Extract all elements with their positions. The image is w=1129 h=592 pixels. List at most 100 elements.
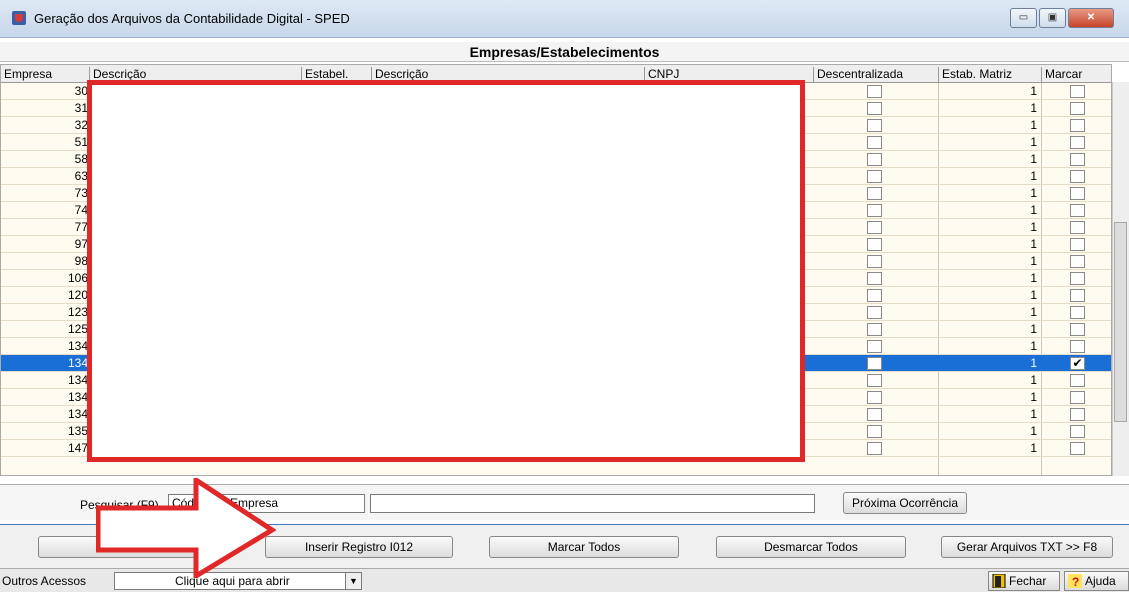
marcar-checkbox[interactable] (1070, 374, 1085, 387)
marcar-checkbox[interactable] (1070, 408, 1085, 421)
col-empresa[interactable]: Empresa (1, 67, 52, 82)
estab-matriz-cell: 1 (1030, 373, 1037, 387)
estab-matriz-cell: 1 (1030, 186, 1037, 200)
col-estab-matriz[interactable]: Estab. Matriz (938, 67, 1012, 82)
estab-matriz-cell: 1 (1030, 135, 1037, 149)
help-icon: ? (1068, 574, 1082, 588)
marcar-checkbox[interactable] (1070, 204, 1085, 217)
svg-text:?: ? (1072, 575, 1079, 588)
descentralizada-checkbox[interactable] (867, 204, 882, 217)
mark-all-button[interactable]: Marcar Todos (489, 536, 679, 558)
descentralizada-checkbox[interactable] (867, 357, 882, 370)
estab-matriz-cell: 1 (1030, 84, 1037, 98)
empresa-cell: 97 (74, 237, 88, 251)
marcar-checkbox[interactable] (1070, 136, 1085, 149)
marcar-checkbox[interactable] (1070, 425, 1085, 438)
marcar-checkbox[interactable] (1070, 272, 1085, 285)
window-title: Geração dos Arquivos da Contabilidade Di… (34, 11, 350, 26)
empresa-cell: 134 (67, 407, 88, 421)
col-marcar[interactable]: Marcar (1041, 67, 1082, 82)
title-bar: Geração dos Arquivos da Contabilidade Di… (0, 0, 1129, 38)
marcar-checkbox[interactable] (1070, 306, 1085, 319)
close-form-button[interactable]: Fechar (988, 571, 1060, 591)
marcar-checkbox[interactable] (1070, 442, 1085, 455)
empresa-cell: 63 (74, 169, 88, 183)
other-access-label: Outros Acessos (2, 574, 87, 588)
estab-matriz-cell: 1 (1030, 220, 1037, 234)
empresa-cell: 106 (67, 271, 88, 285)
marcar-checkbox[interactable] (1070, 289, 1085, 302)
annotation-arrow (96, 478, 276, 578)
estab-matriz-cell: 1 (1030, 322, 1037, 336)
marcar-checkbox[interactable] (1070, 153, 1085, 166)
empresa-cell: 58 (74, 152, 88, 166)
marcar-checkbox[interactable] (1070, 391, 1085, 404)
door-icon (992, 574, 1006, 588)
empresa-cell: 120 (67, 288, 88, 302)
marcar-checkbox[interactable] (1070, 221, 1085, 234)
marcar-checkbox[interactable] (1070, 238, 1085, 251)
descentralizada-checkbox[interactable] (867, 238, 882, 251)
estab-matriz-cell: 1 (1030, 152, 1037, 166)
marcar-checkbox[interactable] (1070, 119, 1085, 132)
marcar-checkbox[interactable]: ✔ (1070, 357, 1085, 370)
generate-txt-button[interactable]: Gerar Arquivos TXT >> F8 (941, 536, 1113, 558)
descentralizada-checkbox[interactable] (867, 425, 882, 438)
descentralizada-checkbox[interactable] (867, 136, 882, 149)
empresa-cell: 125 (67, 322, 88, 336)
panel-title: Empresas/Estabelecimentos (0, 42, 1129, 62)
estab-matriz-cell: 1 (1030, 441, 1037, 455)
descentralizada-checkbox[interactable] (867, 391, 882, 404)
marcar-checkbox[interactable] (1070, 255, 1085, 268)
marcar-checkbox[interactable] (1070, 323, 1085, 336)
descentralizada-checkbox[interactable] (867, 119, 882, 132)
empresa-cell: 134 (67, 356, 88, 370)
empresa-cell: 31 (74, 101, 88, 115)
descentralizada-checkbox[interactable] (867, 153, 882, 166)
help-label: Ajuda (1085, 574, 1116, 588)
descentralizada-checkbox[interactable] (867, 170, 882, 183)
empresa-cell: 32 (74, 118, 88, 132)
chevron-down-icon[interactable]: ▼ (345, 573, 361, 589)
unmark-all-button[interactable]: Desmarcar Todos (716, 536, 906, 558)
descentralizada-checkbox[interactable] (867, 306, 882, 319)
descentralizada-checkbox[interactable] (867, 408, 882, 421)
app-icon (12, 11, 26, 25)
help-button[interactable]: ? Ajuda (1064, 571, 1129, 591)
descentralizada-checkbox[interactable] (867, 442, 882, 455)
estab-matriz-cell: 1 (1030, 254, 1037, 268)
descentralizada-checkbox[interactable] (867, 102, 882, 115)
descentralizada-checkbox[interactable] (867, 323, 882, 336)
empresa-cell: 73 (74, 186, 88, 200)
minimize-button[interactable]: ▭ (1010, 8, 1037, 28)
insert-register-button[interactable]: Inserir Registro I012 (265, 536, 453, 558)
close-button[interactable]: ✕ (1068, 8, 1114, 28)
marcar-checkbox[interactable] (1070, 85, 1085, 98)
empresa-cell: 77 (74, 220, 88, 234)
next-occurrence-button[interactable]: Próxima Ocorrência (843, 492, 967, 514)
estab-matriz-cell: 1 (1030, 288, 1037, 302)
descentralizada-checkbox[interactable] (867, 255, 882, 268)
empresa-cell: 51 (74, 135, 88, 149)
estab-matriz-cell: 1 (1030, 118, 1037, 132)
search-input[interactable] (370, 494, 815, 513)
col-descentralizada[interactable]: Descentralizada (813, 67, 903, 82)
empresa-cell: 134 (67, 373, 88, 387)
estab-matriz-cell: 1 (1030, 169, 1037, 183)
maximize-button[interactable]: ▣ (1039, 8, 1066, 28)
marcar-checkbox[interactable] (1070, 102, 1085, 115)
marcar-checkbox[interactable] (1070, 170, 1085, 183)
marcar-checkbox[interactable] (1070, 340, 1085, 353)
highlight-box (87, 80, 805, 462)
descentralizada-checkbox[interactable] (867, 340, 882, 353)
descentralizada-checkbox[interactable] (867, 221, 882, 234)
descentralizada-checkbox[interactable] (867, 289, 882, 302)
descentralizada-checkbox[interactable] (867, 187, 882, 200)
scrollbar-thumb[interactable] (1114, 222, 1127, 422)
descentralizada-checkbox[interactable] (867, 374, 882, 387)
estab-matriz-cell: 1 (1030, 407, 1037, 421)
marcar-checkbox[interactable] (1070, 187, 1085, 200)
descentralizada-checkbox[interactable] (867, 272, 882, 285)
descentralizada-checkbox[interactable] (867, 85, 882, 98)
estab-matriz-cell: 1 (1030, 424, 1037, 438)
